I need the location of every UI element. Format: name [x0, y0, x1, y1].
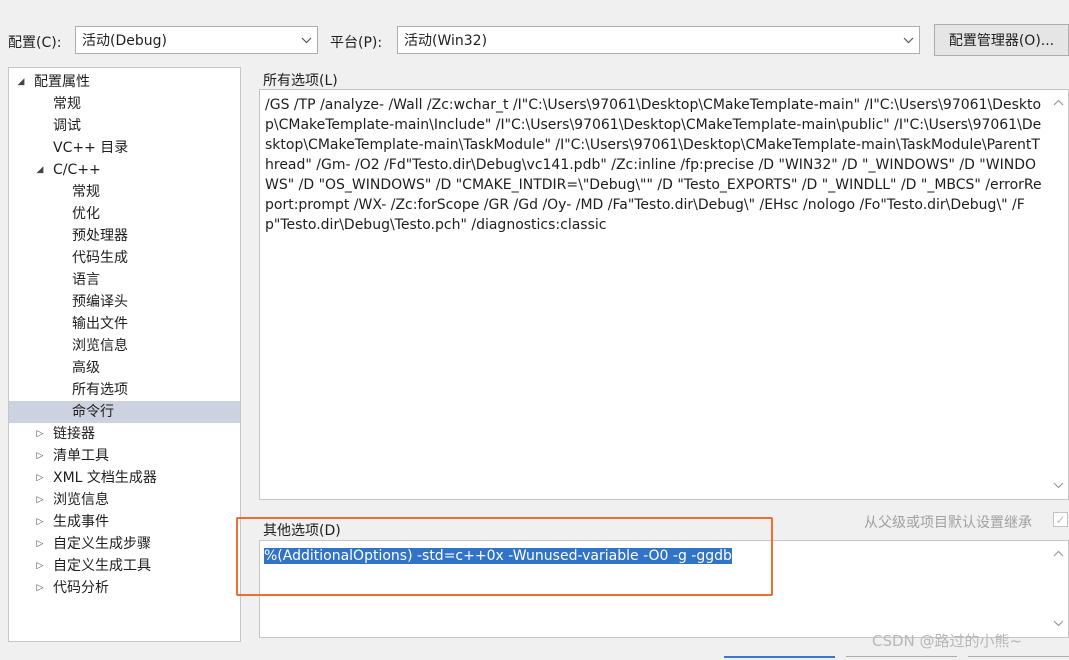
tree-item-label: 常规 — [72, 184, 100, 200]
tree-item-label: XML 文档生成器 — [53, 470, 157, 486]
tree-item[interactable]: ▷ 清单工具 — [9, 445, 240, 467]
tree-item-label: 清单工具 — [53, 448, 109, 464]
tree-item[interactable]: ◢ C/C++ — [9, 159, 240, 181]
tree-item[interactable]: ▷ 自定义生成工具 — [9, 555, 240, 577]
triangle-collapsed-icon[interactable]: ▷ — [34, 467, 46, 489]
tree-item-label: 预处理器 — [72, 228, 128, 244]
tree-item[interactable]: 常规 — [9, 93, 240, 115]
apply-button-edge[interactable] — [968, 656, 1069, 660]
triangle-collapsed-icon[interactable]: ▷ — [34, 555, 46, 577]
tree-item-config-properties[interactable]: ◢ 配置属性 — [9, 71, 240, 93]
triangle-collapsed-icon[interactable]: ▷ — [34, 489, 46, 511]
triangle-collapsed-icon[interactable]: ▷ — [34, 423, 46, 445]
triangle-collapsed-icon[interactable]: ▷ — [34, 533, 46, 555]
platform-value: 活动(Win32) — [404, 33, 488, 49]
platform-label: 平台(P): — [330, 35, 383, 51]
tree-item[interactable]: 优化 — [9, 203, 240, 225]
tree-item[interactable]: 调试 — [9, 115, 240, 137]
tree-item[interactable]: VC++ 目录 — [9, 137, 240, 159]
tree-item[interactable]: 高级 — [9, 357, 240, 379]
config-manager-button[interactable]: 配置管理器(O)... — [934, 24, 1069, 56]
tree-item-label: 自定义生成工具 — [53, 558, 151, 574]
cancel-button-edge[interactable] — [846, 656, 957, 660]
tree-item-label: 代码生成 — [72, 250, 128, 266]
all-options-scrollbar[interactable] — [1050, 90, 1068, 499]
tree-item-label: 高级 — [72, 360, 100, 376]
triangle-collapsed-icon[interactable]: ▷ — [34, 445, 46, 467]
config-label: 配置(C): — [8, 35, 62, 51]
tree-item-label: 代码分析 — [53, 580, 109, 596]
tree-item[interactable]: 所有选项 — [9, 379, 240, 401]
tree-item[interactable]: ▷ 链接器 — [9, 423, 240, 445]
tree-item[interactable]: 浏览信息 — [9, 335, 240, 357]
tree-item[interactable]: ▷ XML 文档生成器 — [9, 467, 240, 489]
tree-item[interactable]: 预编译头 — [9, 291, 240, 313]
scroll-down-icon[interactable] — [1050, 479, 1066, 493]
triangle-expanded-icon[interactable]: ◢ — [34, 159, 46, 181]
tree-item-label: 所有选项 — [72, 382, 128, 398]
scroll-down-icon[interactable] — [1050, 617, 1066, 631]
checkmark-icon: ✓ — [1055, 512, 1066, 527]
all-options-text: /GS /TP /analyze- /Wall /Zc:wchar_t /I"C… — [265, 97, 1042, 233]
tree-item[interactable]: 预处理器 — [9, 225, 240, 247]
tree-item-label: 预编译头 — [72, 294, 128, 310]
tree-item-label: 生成事件 — [53, 514, 109, 530]
tree-item-label: 链接器 — [53, 426, 95, 442]
triangle-expanded-icon[interactable]: ◢ — [15, 71, 27, 93]
tree-item-label: 浏览信息 — [72, 338, 128, 354]
tree-item[interactable]: ▷ 浏览信息 — [9, 489, 240, 511]
other-options-scrollbar[interactable] — [1050, 541, 1068, 637]
config-dropdown[interactable]: 活动(Debug) — [75, 26, 318, 54]
tree-item-label: 调试 — [53, 118, 81, 134]
all-options-label: 所有选项(L) — [263, 73, 338, 89]
tree-item[interactable]: ▷ 生成事件 — [9, 511, 240, 533]
tree-item-label: 常规 — [53, 96, 81, 112]
platform-dropdown[interactable]: 活动(Win32) — [397, 26, 920, 54]
ok-button-edge[interactable] — [724, 656, 835, 660]
config-value: 活动(Debug) — [82, 33, 167, 49]
inherit-label: 从父级或项目默认设置继承 — [864, 515, 1032, 531]
tree-item[interactable]: 输出文件 — [9, 313, 240, 335]
triangle-collapsed-icon[interactable]: ▷ — [34, 577, 46, 599]
tree-item-label: 命令行 — [72, 404, 114, 420]
tree-item-label: 输出文件 — [72, 316, 128, 332]
tree-item-label: VC++ 目录 — [53, 140, 129, 156]
tree-item-label: 自定义生成步骤 — [53, 536, 151, 552]
tree-item-label: 配置属性 — [34, 74, 90, 90]
chevron-down-icon — [295, 37, 317, 44]
watermark: CSDN @路过的小熊~ — [872, 632, 1023, 650]
tree-item-label: 优化 — [72, 206, 100, 222]
tree-item[interactable]: 代码生成 — [9, 247, 240, 269]
chevron-down-icon — [897, 37, 919, 44]
triangle-collapsed-icon[interactable]: ▷ — [34, 511, 46, 533]
scroll-up-icon[interactable] — [1050, 96, 1066, 110]
property-tree[interactable]: ◢ 配置属性 常规 调试 VC++ 目录 ◢ C/C++ 常规 优化 预处理器 代码生成 语言 预编… — [8, 67, 241, 642]
annotation-highlight — [236, 517, 773, 596]
tree-item[interactable]: 语言 — [9, 269, 240, 291]
tree-item[interactable]: ▷ 代码分析 — [9, 577, 240, 599]
all-options-textbox[interactable]: /GS /TP /analyze- /Wall /Zc:wchar_t /I"C… — [259, 89, 1069, 500]
inherit-checkbox[interactable]: ✓ — [1053, 512, 1068, 527]
tree-item-label: 浏览信息 — [53, 492, 109, 508]
tree-item-label: C/C++ — [53, 162, 101, 178]
scroll-up-icon[interactable] — [1050, 547, 1066, 561]
tree-item[interactable]: 命令行 — [9, 401, 240, 423]
tree-item[interactable]: ▷ 自定义生成步骤 — [9, 533, 240, 555]
tree-item-label: 语言 — [72, 272, 100, 288]
tree-item[interactable]: 常规 — [9, 181, 240, 203]
